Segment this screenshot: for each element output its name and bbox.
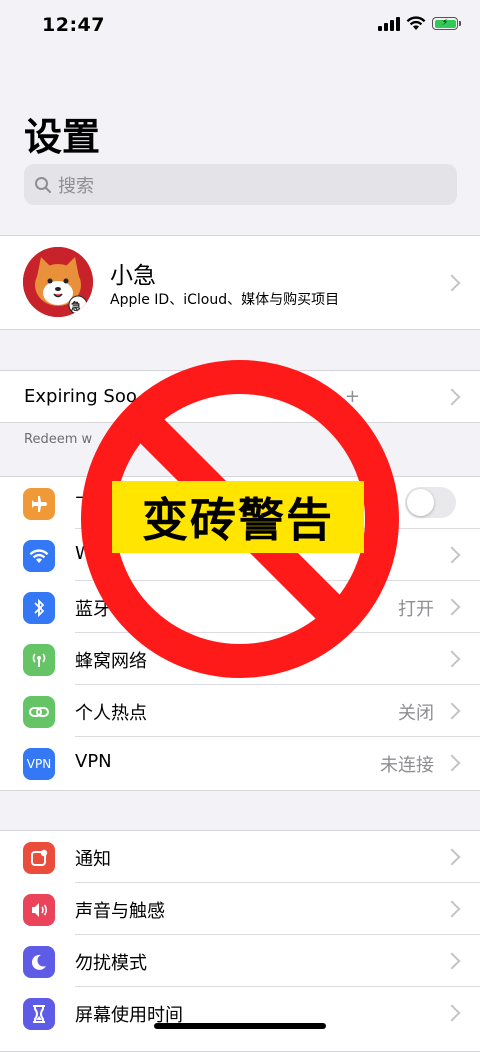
search-icon [35,176,51,193]
battery-icon: ⚡ [432,17,461,30]
row-hotspot[interactable]: 个人热点 关闭 [0,685,480,737]
moon-icon [23,946,55,978]
profile-name: 小急 [110,263,156,289]
chevron-right-icon [443,388,461,406]
row-value: 打开 [398,599,434,620]
bluetooth-icon [23,592,55,624]
hourglass-icon [23,998,55,1030]
chevron-right-icon [443,900,461,918]
general-group: 通知 声音与触感 勿扰模式 屏幕使用时间 [0,830,480,1052]
chevron-right-icon [443,274,461,292]
row-label: 通知 [75,849,111,870]
apple-id-row[interactable]: 急 小急 Apple ID、iCloud、媒体与购买项目 [0,235,480,330]
row-label: 声音与触感 [75,901,165,922]
row-value: 关闭 [398,703,434,724]
profile-subtitle: Apple ID、iCloud、媒体与购买项目 [110,292,340,308]
status-icons: ⚡ [378,16,461,31]
wifi-status-icon [406,16,426,30]
row-notifications[interactable]: 通知 [0,831,480,883]
chevron-right-icon [443,598,461,616]
home-indicator[interactable] [154,1023,326,1029]
sounds-icon [23,894,55,926]
search-placeholder: 搜索 [58,175,94,197]
vpn-icon-text: VPN [26,757,52,771]
chevron-right-icon [443,546,461,564]
row-do-not-disturb[interactable]: 勿扰模式 [0,935,480,987]
row-label: 个人热点 [75,703,147,724]
status-time: 12:47 [42,14,105,36]
row-sounds[interactable]: 声音与触感 [0,883,480,935]
vpn-icon: VPN [23,748,55,780]
page-title: 设置 [24,115,101,159]
row-vpn[interactable]: VPN VPN 未连接 [0,737,480,789]
row-screen-time[interactable]: 屏幕使用时间 [0,987,480,1039]
chevron-right-icon [443,952,461,970]
chevron-right-icon [443,1004,461,1022]
row-label: VPN [75,751,112,772]
airplane-icon [23,488,55,520]
avatar: 急 [23,247,93,317]
warning-banner: 变砖警告 [112,481,364,553]
hotspot-icon [23,696,55,728]
avatar-badge-text: 急 [71,302,81,313]
airplane-toggle[interactable] [405,487,456,518]
row-value: 未连接 [380,755,434,776]
search-field[interactable]: 搜索 [24,164,457,205]
shiba-avatar-icon [23,247,93,317]
chevron-right-icon [443,650,461,668]
notifications-icon [23,842,55,874]
cellular-signal-icon [378,16,400,31]
chevron-right-icon [443,848,461,866]
cellular-icon [23,644,55,676]
chevron-right-icon [443,754,461,772]
wifi-icon [23,540,55,572]
row-label: 勿扰模式 [75,953,147,974]
chevron-right-icon [443,702,461,720]
status-bar: 12:47 ⚡ [0,0,480,52]
